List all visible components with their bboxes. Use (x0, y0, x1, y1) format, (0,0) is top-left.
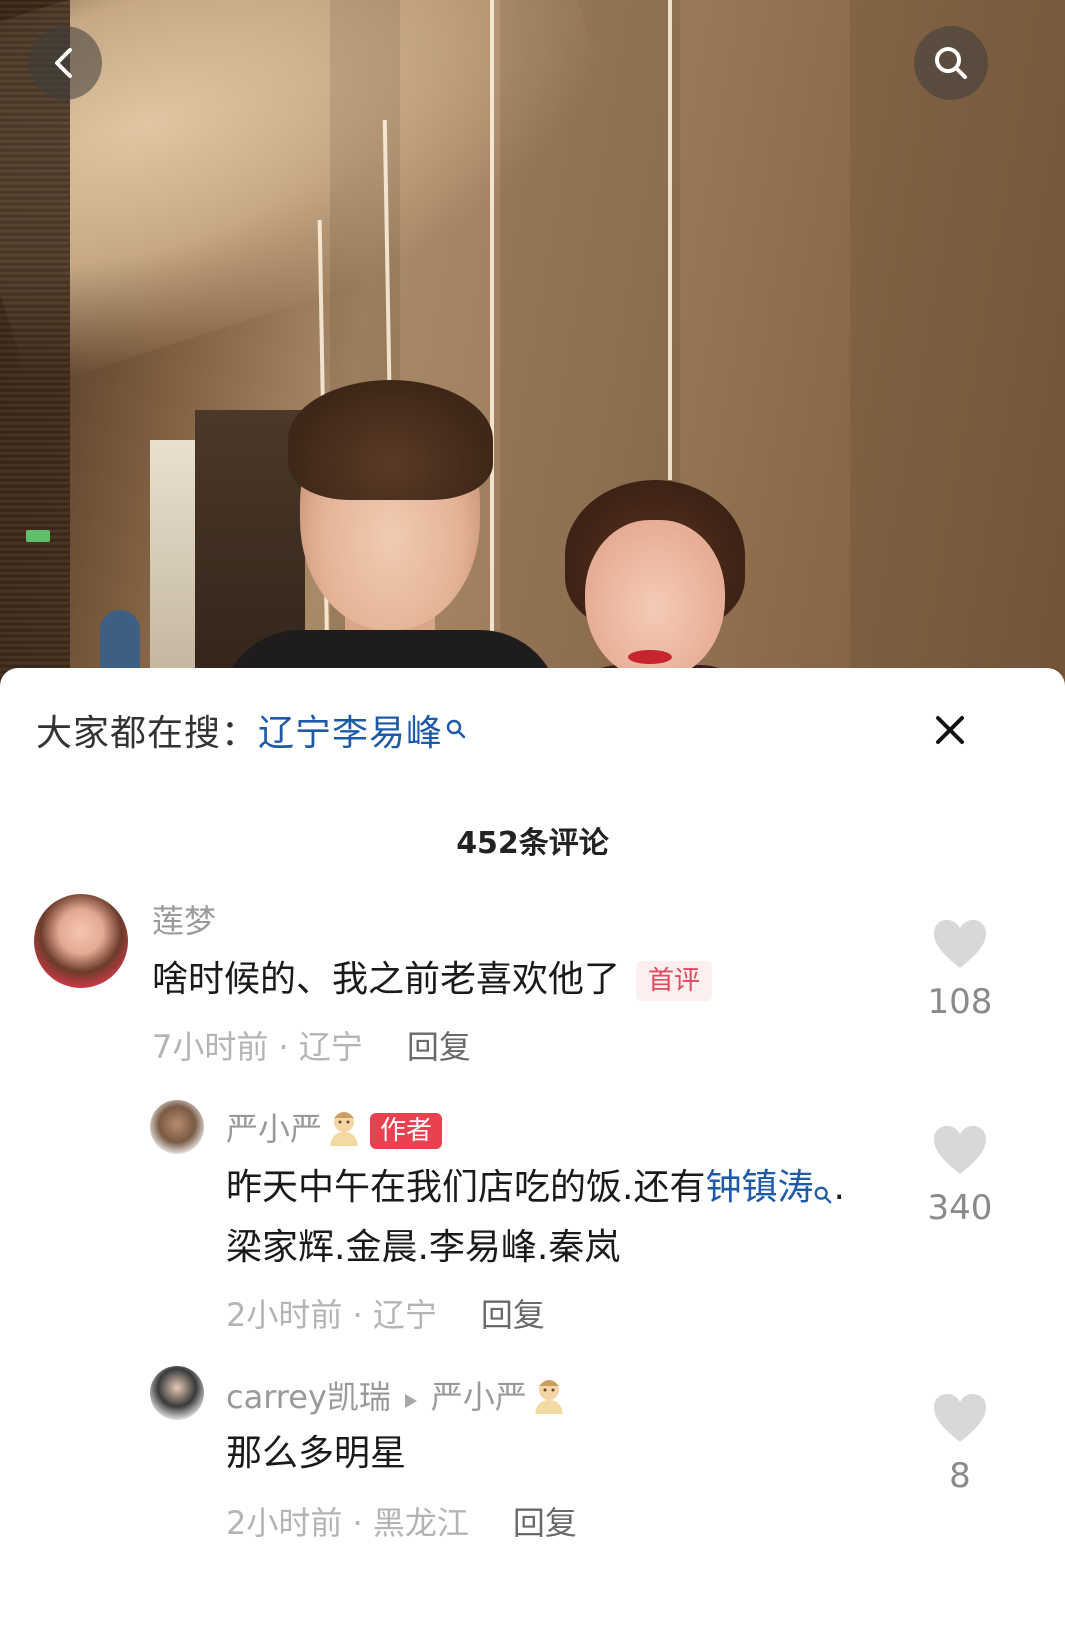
comments-count: 452条评论 (456, 826, 609, 861)
comment-username[interactable]: 莲梦 (152, 896, 216, 942)
reply-button[interactable]: 回复 (481, 1296, 545, 1334)
like-count: 108 (927, 982, 993, 1022)
comment-text: 啥时候的、我之前老喜欢他了 首评 (152, 950, 713, 1010)
comment-time: 2小时前 (226, 1296, 343, 1334)
reply-button[interactable]: 回复 (513, 1504, 577, 1542)
like-button[interactable]: 108 (915, 918, 1005, 1022)
search-icon (445, 708, 467, 749)
comment-text-content: . (833, 1167, 845, 1208)
comment-location: 辽宁 (298, 1028, 363, 1066)
reply-to-username[interactable]: 严小严 (431, 1378, 527, 1416)
user-emoji-icon (326, 1108, 362, 1154)
heart-icon (934, 1394, 986, 1442)
comment-meta: 7小时前 · 辽宁 回复 (152, 1022, 471, 1068)
meta-separator: · (342, 1504, 373, 1542)
like-count: 8 (949, 1456, 971, 1496)
comment-location: 黑龙江 (372, 1504, 469, 1542)
comment-text-content: 昨天中午在我们店吃的饭.还有 (226, 1167, 706, 1208)
post-photo[interactable] (0, 0, 1065, 720)
comment-time: 2小时前 (226, 1504, 343, 1542)
avatar[interactable] (150, 1100, 204, 1154)
comment-username[interactable]: 严小严 (226, 1110, 322, 1148)
hot-search-prefix: 大家都在搜： (36, 713, 259, 754)
heart-icon (934, 920, 986, 968)
comment-text: 昨天中午在我们店吃的饭.还有钟镇涛. (226, 1158, 845, 1224)
hot-search-bar[interactable]: 大家都在搜：辽宁李易峰 (36, 704, 467, 756)
hot-search-link[interactable]: 钟镇涛 (705, 1167, 813, 1208)
back-button[interactable] (28, 26, 102, 100)
photo-left-wall (0, 0, 70, 720)
comment-meta: 2小时前 · 黑龙江 回复 (226, 1498, 577, 1544)
close-icon (936, 716, 964, 744)
comment-time: 7小时前 (152, 1028, 269, 1066)
search-icon (935, 47, 967, 79)
meta-separator: · (268, 1028, 299, 1066)
photo-light-stripe (668, 0, 672, 480)
reply-arrow-icon (403, 1380, 419, 1418)
comment-username[interactable]: carrey凯瑞 (226, 1378, 391, 1416)
like-button[interactable]: 340 (915, 1124, 1005, 1228)
comment-meta: 2小时前 · 辽宁 回复 (226, 1290, 545, 1336)
close-button[interactable] (928, 708, 972, 752)
photo-wall-panel (850, 0, 1065, 720)
comments-sheet: 大家都在搜：辽宁李易峰 452条评论 莲梦 啥时候的、我之前老喜欢他了 首评 7小… (0, 668, 1065, 1640)
heart-icon (934, 1126, 986, 1174)
avatar[interactable] (150, 1366, 204, 1420)
comment-text-line2: 梁家辉.金晨.李易峰.秦岚 (226, 1227, 621, 1268)
chevron-left-icon (55, 48, 72, 78)
user-emoji-icon (531, 1376, 567, 1422)
comment-location: 辽宁 (372, 1296, 437, 1334)
first-comment-badge: 首评 (636, 961, 713, 1001)
like-button[interactable]: 8 (915, 1392, 1005, 1496)
comment-text-content: 啥时候的、我之前老喜欢他了 (152, 959, 621, 1000)
author-badge: 作者 (370, 1113, 443, 1149)
photo-exit-sign (26, 530, 50, 542)
photo-background-person (100, 610, 140, 670)
search-button[interactable] (914, 26, 988, 100)
reply-username-row: carrey凯瑞 严小严 (226, 1372, 567, 1422)
hot-search-keyword[interactable]: 辽宁李易峰 (258, 713, 443, 754)
comment-text: 那么多明星 (226, 1433, 407, 1474)
avatar[interactable] (34, 894, 128, 988)
photo-door-light (150, 440, 200, 700)
photo-woman-lips (628, 650, 672, 664)
photo-light-stripe (490, 0, 494, 720)
search-icon (813, 1164, 833, 1224)
photo-man-hair (288, 380, 493, 500)
like-count: 340 (927, 1188, 993, 1228)
meta-separator: · (342, 1296, 373, 1334)
reply-button[interactable]: 回复 (407, 1028, 471, 1066)
reply-username-row: 严小严 作者 (226, 1104, 443, 1154)
